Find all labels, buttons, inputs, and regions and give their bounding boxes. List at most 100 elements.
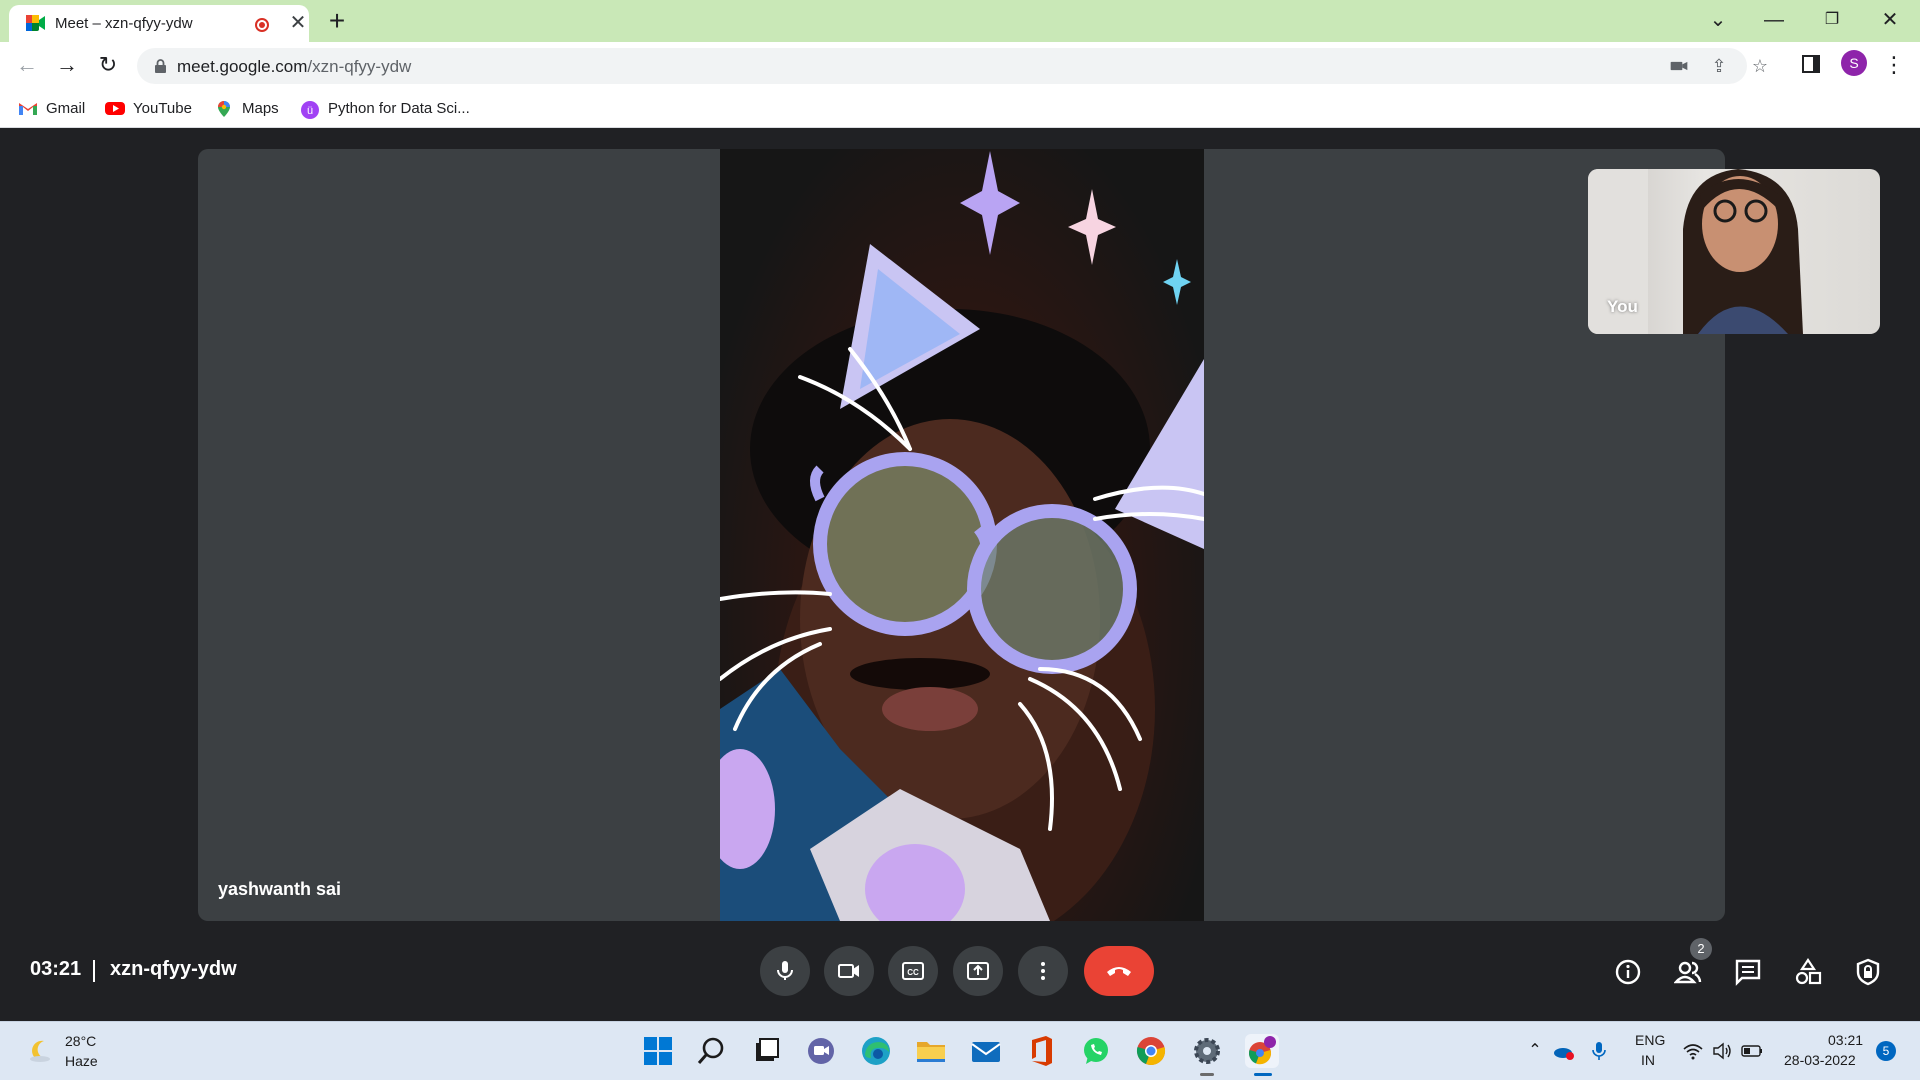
present-icon <box>967 962 989 980</box>
url-text: meet.google.com/xzn-qfyy-ydw <box>177 57 411 77</box>
tab-close-icon[interactable]: ✕ <box>289 10 307 36</box>
onedrive-error-icon[interactable] <box>1553 1040 1575 1062</box>
bookmark-label: Gmail <box>46 99 86 117</box>
meeting-details-button[interactable] <box>1608 952 1648 992</box>
address-bar[interactable]: meet.google.com/xzn-qfyy-ydw ⇪ ☆ <box>137 48 1768 84</box>
system-date[interactable]: 28-03-2022 <box>1784 1052 1856 1068</box>
course-icon: ü <box>300 100 320 119</box>
leave-call-button[interactable] <box>1084 946 1154 996</box>
profile-avatar[interactable]: S <box>1841 50 1867 76</box>
people-icon <box>1674 961 1702 984</box>
bookmark-python-course[interactable]: ü Python for Data Sci... <box>300 96 470 120</box>
bookmark-youtube[interactable]: YouTube <box>105 96 192 120</box>
back-button[interactable]: ← <box>10 48 44 82</box>
svg-text:ü: ü <box>307 105 313 117</box>
present-button[interactable] <box>953 946 1003 996</box>
chrome-profile-button[interactable] <box>1245 1034 1279 1068</box>
chat-button[interactable] <box>1728 952 1768 992</box>
microphone-button[interactable] <box>760 946 810 996</box>
chrome-button[interactable] <box>1134 1034 1168 1068</box>
task-view-button[interactable] <box>750 1034 784 1068</box>
participant-video <box>720 149 1204 921</box>
youtube-icon <box>105 100 125 116</box>
start-icon <box>644 1037 672 1065</box>
browser-toolbar: ← → ↻ meet.google.com/xzn-qfyy-ydw ⇪ ☆ S… <box>0 42 1920 88</box>
mail-icon <box>971 1042 1001 1062</box>
activities-icon <box>1795 958 1822 985</box>
activities-button[interactable] <box>1788 952 1828 992</box>
recording-indicator-icon <box>255 18 269 32</box>
share-icon[interactable]: ⇪ <box>1707 54 1731 78</box>
file-explorer-button[interactable] <box>914 1034 948 1068</box>
whatsapp-button[interactable] <box>1079 1034 1113 1068</box>
browser-tab[interactable]: Meet – xzn-qfyy-ydw ✕ <box>9 5 309 42</box>
browser-title-bar: Meet – xzn-qfyy-ydw ✕ + ⌄ — ❐ ✕ <box>0 0 1920 42</box>
office-icon <box>1032 1036 1052 1066</box>
side-panel-icon[interactable] <box>1802 55 1820 73</box>
search-icon <box>697 1037 724 1064</box>
volume-icon[interactable] <box>1711 1040 1733 1062</box>
new-tab-button[interactable]: + <box>323 5 351 37</box>
tab-title: Meet – xzn-qfyy-ydw <box>55 15 193 32</box>
self-view-label: You <box>1607 297 1638 316</box>
settings-button[interactable] <box>1190 1034 1224 1068</box>
participant-tile[interactable]: yashwanth sai <box>198 149 1725 921</box>
office-button[interactable] <box>1024 1034 1058 1068</box>
forward-button[interactable]: → <box>50 48 84 82</box>
bookmark-label: Python for Data Sci... <box>328 99 470 117</box>
notification-count-badge[interactable]: 5 <box>1876 1041 1896 1061</box>
host-controls-icon <box>1856 958 1880 986</box>
input-region[interactable]: IN <box>1641 1052 1655 1068</box>
mail-button[interactable] <box>969 1034 1003 1068</box>
weather-condition[interactable]: Haze <box>65 1053 98 1069</box>
input-language[interactable]: ENG <box>1635 1032 1665 1048</box>
meet-favicon-icon <box>26 15 45 31</box>
host-controls-button[interactable] <box>1848 952 1888 992</box>
microphone-in-use-icon[interactable] <box>1588 1040 1610 1062</box>
url-host: meet.google.com <box>177 57 308 76</box>
meeting-code[interactable]: xzn-qfyy-ydw <box>110 958 237 981</box>
url-path: /xzn-qfyy-ydw <box>307 57 412 76</box>
settings-icon <box>1194 1038 1220 1064</box>
edge-icon <box>862 1037 890 1065</box>
wifi-icon[interactable] <box>1682 1040 1704 1062</box>
minimize-button[interactable]: — <box>1752 4 1796 36</box>
start-button[interactable] <box>641 1034 675 1068</box>
divider <box>93 960 95 982</box>
bookmark-maps[interactable]: Maps <box>214 96 279 120</box>
maps-icon <box>214 100 234 117</box>
more-options-button[interactable] <box>1018 946 1068 996</box>
restore-button[interactable]: ❐ <box>1810 4 1854 36</box>
bookmark-gmail[interactable]: Gmail <box>18 96 85 120</box>
meeting-clock: 03:21 <box>30 958 82 980</box>
weather-moon-icon[interactable] <box>26 1038 52 1064</box>
close-window-button[interactable]: ✕ <box>1868 4 1912 36</box>
bookmark-label: Maps <box>242 99 279 117</box>
tab-search-icon[interactable]: ⌄ <box>1696 4 1740 36</box>
chrome-icon <box>1136 1037 1166 1065</box>
captions-icon: CC <box>902 962 924 980</box>
browser-menu-icon[interactable]: ⋮ <box>1882 48 1906 82</box>
info-icon <box>1615 959 1641 985</box>
svg-text:CC: CC <box>907 968 919 977</box>
captions-button[interactable]: CC <box>888 946 938 996</box>
taskbar-search-button[interactable] <box>695 1034 729 1068</box>
system-time[interactable]: 03:21 <box>1828 1032 1863 1048</box>
camera-button[interactable] <box>824 946 874 996</box>
teams-chat-icon <box>808 1038 834 1064</box>
self-view-tile[interactable]: You <box>1588 169 1880 334</box>
teams-chat-button[interactable] <box>804 1034 838 1068</box>
show-hidden-icons-icon[interactable]: ⌃ <box>1524 1040 1546 1062</box>
video-frame-illustration <box>720 151 1204 921</box>
weather-temperature[interactable]: 28°C <box>65 1033 96 1049</box>
edge-button[interactable] <box>859 1034 893 1068</box>
camera-in-use-icon[interactable] <box>1667 54 1691 78</box>
participant-count-badge: 2 <box>1690 938 1712 960</box>
reload-button[interactable]: ↻ <box>91 48 125 82</box>
participant-name-label: yashwanth sai <box>218 879 342 899</box>
running-indicator <box>1200 1073 1214 1076</box>
camera-icon <box>838 964 859 978</box>
battery-icon[interactable] <box>1741 1040 1763 1062</box>
bookmark-star-icon[interactable]: ☆ <box>1748 54 1772 78</box>
file-explorer-icon <box>917 1042 945 1062</box>
